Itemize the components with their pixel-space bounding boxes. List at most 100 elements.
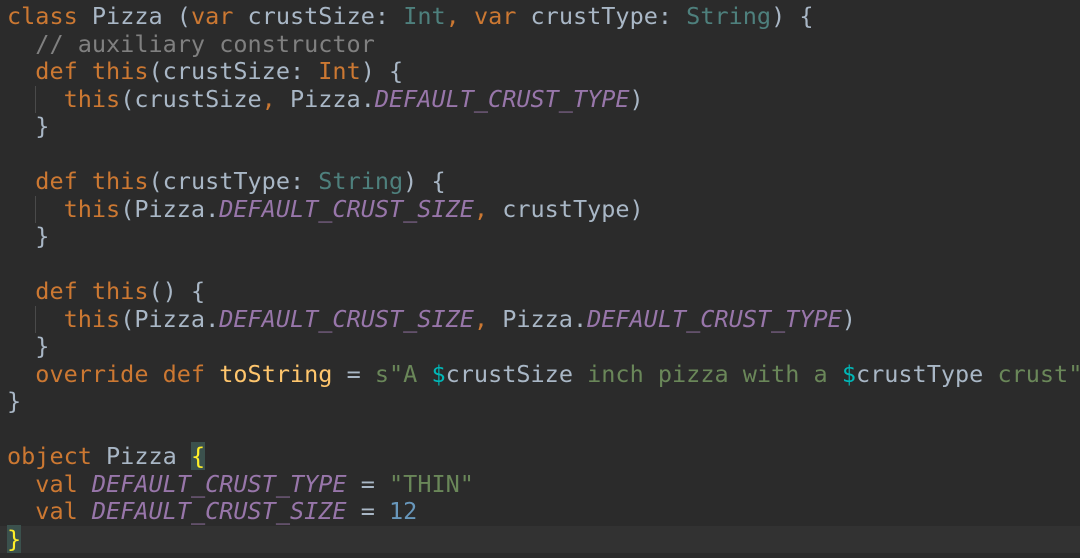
string-literal: crust": [983, 359, 1080, 388]
keyword: val: [35, 469, 78, 498]
indent-guide: [35, 85, 36, 113]
code-line-18: val DEFAULT_CRUST_TYPE = "THIN": [7, 469, 1080, 499]
code-line-1: class Pizza (var crustSize: Int, var cru…: [7, 2, 1080, 31]
code-line-20[interactable]: }: [0, 524, 1080, 553]
keyword: this: [91, 277, 149, 305]
keyword: this: [91, 167, 149, 195]
interpolation-marker: $: [431, 359, 446, 388]
param: (crustSize:: [148, 57, 319, 85]
code-line-19: val DEFAULT_CRUST_SIZE = 12: [7, 497, 1080, 526]
closing-brace: }: [7, 222, 50, 250]
punctuation: ): [841, 304, 856, 333]
interpolated-var: crustType: [855, 359, 984, 388]
type-name: Int: [403, 2, 446, 30]
punctuation: ) {: [771, 2, 814, 30]
keyword: this: [63, 194, 121, 223]
code-editor[interactable]: class Pizza (var crustSize: Int, var cru…: [0, 0, 1080, 558]
closing-brace: }: [7, 332, 50, 360]
function-name: toString: [219, 359, 333, 388]
keyword: def: [35, 277, 78, 305]
code-line-7: def this(crustType: String) {: [7, 167, 1080, 196]
interpolation-marker: $: [841, 359, 856, 388]
punctuation: ): [629, 84, 644, 113]
constant: DEFAULT_CRUST_TYPE: [91, 469, 347, 498]
argument: crustType): [502, 194, 644, 223]
constant: DEFAULT_CRUST_SIZE: [91, 497, 347, 525]
code-line-12: this(Pizza.DEFAULT_CRUST_SIZE, Pizza.DEF…: [7, 304, 1080, 333]
closing-brace: }: [7, 387, 22, 415]
keyword: this: [63, 84, 121, 113]
closing-brace: }: [7, 112, 50, 140]
object-ref: Pizza.: [289, 84, 375, 113]
keyword: this: [91, 57, 149, 85]
keyword: override: [35, 359, 149, 388]
code-line-11: def this() {: [7, 277, 1080, 306]
object-ref: (Pizza.: [120, 194, 220, 223]
class-name: Pizza: [77, 2, 177, 30]
object-ref: Pizza.: [502, 304, 588, 333]
punctuation: ) {: [403, 167, 446, 195]
code-line-17: object Pizza {: [7, 442, 1080, 471]
code-line-3: def this(crustSize: Int) {: [7, 57, 1080, 86]
argument: (crustSize: [120, 84, 262, 113]
punctuation: ,: [473, 304, 503, 333]
keyword: def: [35, 57, 78, 85]
object-name: Pizza: [91, 442, 191, 470]
constant: DEFAULT_CRUST_TYPE: [374, 84, 630, 113]
matched-brace: }: [7, 524, 22, 553]
string-literal: s"A: [374, 359, 432, 388]
code-line-13: }: [7, 332, 1080, 361]
punctuation: ,: [261, 84, 290, 113]
string-literal: inch pizza with a: [572, 359, 842, 388]
keyword: def: [162, 359, 206, 388]
param: crustSize:: [233, 2, 404, 30]
code-line-15: }: [7, 387, 1080, 416]
code-line-14: override def toString = s"A $crustSize i…: [7, 359, 1080, 389]
punctuation: (: [176, 2, 191, 30]
constant: DEFAULT_CRUST_SIZE: [219, 194, 474, 223]
keyword: var: [473, 2, 517, 30]
comment: // auxiliary constructor: [35, 29, 375, 58]
punctuation: ) {: [360, 57, 404, 85]
code-line-2: // auxiliary constructor: [7, 29, 1080, 59]
matched-brace: {: [190, 442, 206, 470]
constant: DEFAULT_CRUST_TYPE: [587, 304, 842, 333]
string-literal: "THIN": [389, 469, 474, 498]
constant: DEFAULT_CRUST_SIZE: [219, 304, 474, 333]
interpolated-var: crustSize: [445, 359, 573, 388]
indent-guide: [35, 305, 36, 333]
object-ref: (Pizza.: [120, 304, 220, 333]
indent-guide: [35, 195, 36, 223]
keyword: object: [7, 442, 92, 470]
punctuation: ,: [473, 194, 503, 223]
code-line-4: this(crustSize, Pizza.DEFAULT_CRUST_TYPE…: [7, 84, 1080, 113]
code-line-8: this(Pizza.DEFAULT_CRUST_SIZE, crustType…: [7, 194, 1080, 223]
punctuation: ,: [445, 2, 474, 30]
operator: =: [346, 469, 390, 498]
keyword: val: [35, 497, 78, 525]
param: crustType:: [516, 2, 687, 30]
number-literal: 12: [389, 497, 418, 525]
operator: =: [346, 497, 390, 525]
type-name: Int: [318, 57, 361, 85]
code-line-5: }: [7, 112, 1080, 141]
type-name: String: [318, 167, 404, 195]
operator: =: [332, 359, 375, 388]
